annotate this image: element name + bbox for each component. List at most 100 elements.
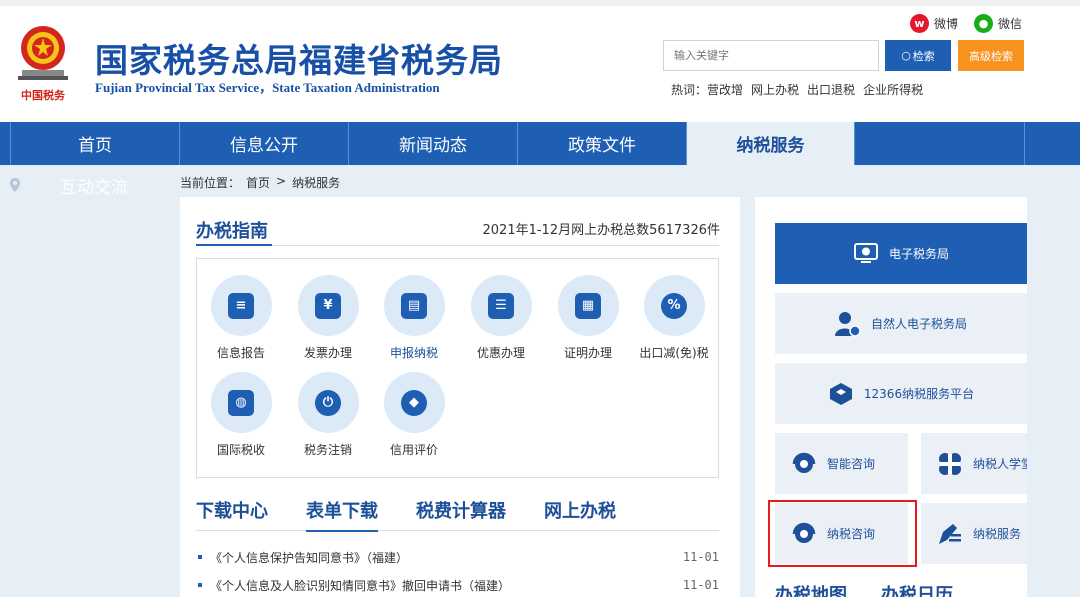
advanced-search-button[interactable]: 高级检索 — [958, 40, 1024, 71]
document-date: 11-01 — [682, 550, 719, 564]
wechat-icon: ● — [974, 14, 993, 33]
tax-service-label: 纳税服务 — [973, 527, 1022, 541]
nav-item-news[interactable]: 新闻动态 — [349, 122, 518, 165]
hotword-link[interactable]: 网上办税 — [751, 81, 799, 98]
right-panel-tabs: 办税地图 办税日历 — [775, 581, 987, 597]
service-12366-label: 12366纳税服务平台 — [863, 387, 975, 401]
document-date: 11-01 — [682, 578, 719, 592]
tab-tax-calculator[interactable]: 税费计算器 — [416, 497, 506, 531]
taxpayer-school-label: 纳税人学堂 — [973, 457, 1027, 471]
hotwords: 热词： 营改增 网上办税 出口退税 企业所得税 — [671, 81, 931, 98]
diamond-icon: ◆ — [401, 389, 427, 416]
tab-tax-map[interactable]: 办税地图 — [775, 581, 847, 597]
service-declare[interactable]: ▤ 申报纳税 — [374, 275, 454, 361]
service-label: 证明办理 — [563, 346, 612, 360]
smart-consult-label: 智能咨询 — [827, 457, 876, 471]
natural-person-etax-button[interactable]: 自然人电子税务局 — [775, 293, 1027, 354]
natural-person-etax-label: 自然人电子税务局 — [870, 317, 967, 331]
bullet-icon — [198, 583, 202, 587]
guide-divider — [196, 245, 719, 246]
nav-item-info[interactable]: 信息公开 — [180, 122, 349, 165]
service-international-tax[interactable]: ◍ 国际税收 — [201, 372, 281, 458]
sidebar-item-interaction[interactable]: 互动交流 — [0, 165, 166, 205]
tax-consult-label: 纳税咨询 — [827, 527, 876, 541]
main-panel: 办税指南 2021年1-12月网上办税总数5617326件 ≡ 信息报告 ¥ 发… — [180, 197, 740, 597]
nav-item-policy[interactable]: 政策文件 — [518, 122, 687, 165]
service-label: 信用评价 — [389, 443, 438, 457]
document-title: 《个人信息及人脸识别知情同意书》撤回申请书（福建） — [210, 578, 511, 593]
wechat-label: 微信 — [998, 17, 1023, 31]
tab-form-download[interactable]: 表单下载 — [306, 497, 378, 532]
power-icon: ⏻ — [315, 389, 341, 416]
service-export-tax[interactable]: % 出口减(免)税 — [634, 275, 714, 361]
guide-title: 办税指南 — [196, 221, 268, 242]
document-icon: ≡ — [228, 292, 254, 319]
breadcrumb-separator: > — [276, 174, 287, 188]
service-invoice[interactable]: ¥ 发票办理 — [288, 275, 368, 361]
tax-emblem-icon: 中国税务 — [18, 26, 68, 102]
list-item[interactable]: 《个人信息保护告知同意书》（福建） 11-01 — [196, 543, 719, 571]
main-nav: 首页 信息公开 新闻动态 政策文件 纳税服务 — [0, 122, 1080, 165]
location-pin-icon — [10, 178, 20, 192]
service-certificate[interactable]: ▦ 证明办理 — [548, 275, 628, 361]
service-info-report[interactable]: ≡ 信息报告 — [201, 275, 281, 361]
right-edge-strip — [1027, 197, 1080, 597]
discount-icon: ☰ — [488, 292, 514, 319]
site-subtitle: Fujian Provincial Tax Service，State Taxa… — [95, 80, 440, 95]
headset-icon — [791, 451, 817, 477]
online-tax-count: 2021年1-12月网上办税总数5617326件 — [482, 223, 721, 238]
weibo-icon: w — [910, 14, 929, 33]
search-button-label: 检索 — [912, 49, 935, 63]
smart-consult-button[interactable]: 智能咨询 — [775, 433, 908, 494]
download-tabs: 下载中心 表单下载 税费计算器 网上办税 — [196, 497, 719, 532]
tab-download-center[interactable]: 下载中心 — [196, 497, 268, 531]
search-button[interactable]: ○ 检索 — [885, 40, 951, 71]
service-label: 优惠办理 — [476, 346, 525, 360]
service-label: 出口减(免)税 — [639, 346, 709, 360]
site-title[interactable]: 国家税务总局福建省税务局 — [95, 34, 503, 82]
guide-divider-highlight — [196, 244, 272, 246]
nav-lead — [0, 122, 10, 165]
invoice-icon: ¥ — [315, 292, 341, 319]
percent-icon: % — [661, 292, 687, 319]
service-deregistration[interactable]: ⏻ 税务注销 — [288, 372, 368, 458]
breadcrumb: 当前位置： 首页 > 纳税服务 — [180, 174, 346, 191]
sidebar-item-label: 互动交流 — [60, 177, 128, 198]
service-discount[interactable]: ☰ 优惠办理 — [461, 275, 541, 361]
hotword-link[interactable]: 企业所得税 — [863, 81, 923, 98]
weibo-label: 微博 — [934, 17, 959, 31]
cube-icon — [828, 381, 854, 407]
tab-tax-calendar[interactable]: 办税日历 — [881, 581, 953, 597]
service-12366-button[interactable]: 12366纳税服务平台 — [775, 363, 1027, 424]
tax-consult-button[interactable]: 纳税咨询 — [775, 503, 908, 564]
service-label: 国际税收 — [216, 443, 265, 457]
hotwords-label: 热词： — [671, 83, 708, 97]
logo-text: 中国税务 — [21, 88, 66, 102]
weibo-link[interactable]: w 微博 — [910, 14, 958, 33]
search-input[interactable] — [663, 40, 879, 71]
hotword-link[interactable]: 营改增 — [707, 81, 743, 98]
nav-item-tax-service[interactable]: 纳税服务 — [687, 122, 855, 165]
breadcrumb-label: 当前位置： — [180, 176, 241, 190]
breadcrumb-home[interactable]: 首页 — [246, 174, 270, 191]
bullet-icon — [198, 555, 202, 559]
tab-online-tax[interactable]: 网上办税 — [544, 497, 616, 531]
wechat-link[interactable]: ● 微信 — [974, 14, 1022, 33]
hotword-link[interactable]: 出口退税 — [807, 81, 855, 98]
service-label: 申报纳税 — [389, 346, 438, 360]
etax-bureau-button[interactable]: 电子税务局 — [775, 223, 1027, 284]
tax-service-button[interactable]: 纳税服务 — [921, 503, 1027, 564]
breadcrumb-current[interactable]: 纳税服务 — [292, 174, 340, 191]
declare-icon: ▤ — [401, 292, 427, 319]
document-title: 《个人信息保护告知同意书》（福建） — [210, 550, 409, 565]
list-item[interactable]: 《个人信息及人脸识别知情同意书》撤回申请书（福建） 11-01 — [196, 571, 719, 597]
etax-bureau-label: 电子税务局 — [888, 247, 949, 261]
nav-item-home[interactable]: 首页 — [10, 122, 180, 165]
service-credit-rating[interactable]: ◆ 信用评价 — [374, 372, 454, 458]
service-label: 税务注销 — [303, 443, 352, 457]
search-icon: ○ — [901, 49, 911, 62]
taxpayer-school-button[interactable]: 纳税人学堂 — [921, 433, 1027, 494]
pen-icon — [937, 521, 963, 547]
cross-icon — [937, 451, 963, 477]
globe-icon: ◍ — [228, 389, 254, 416]
